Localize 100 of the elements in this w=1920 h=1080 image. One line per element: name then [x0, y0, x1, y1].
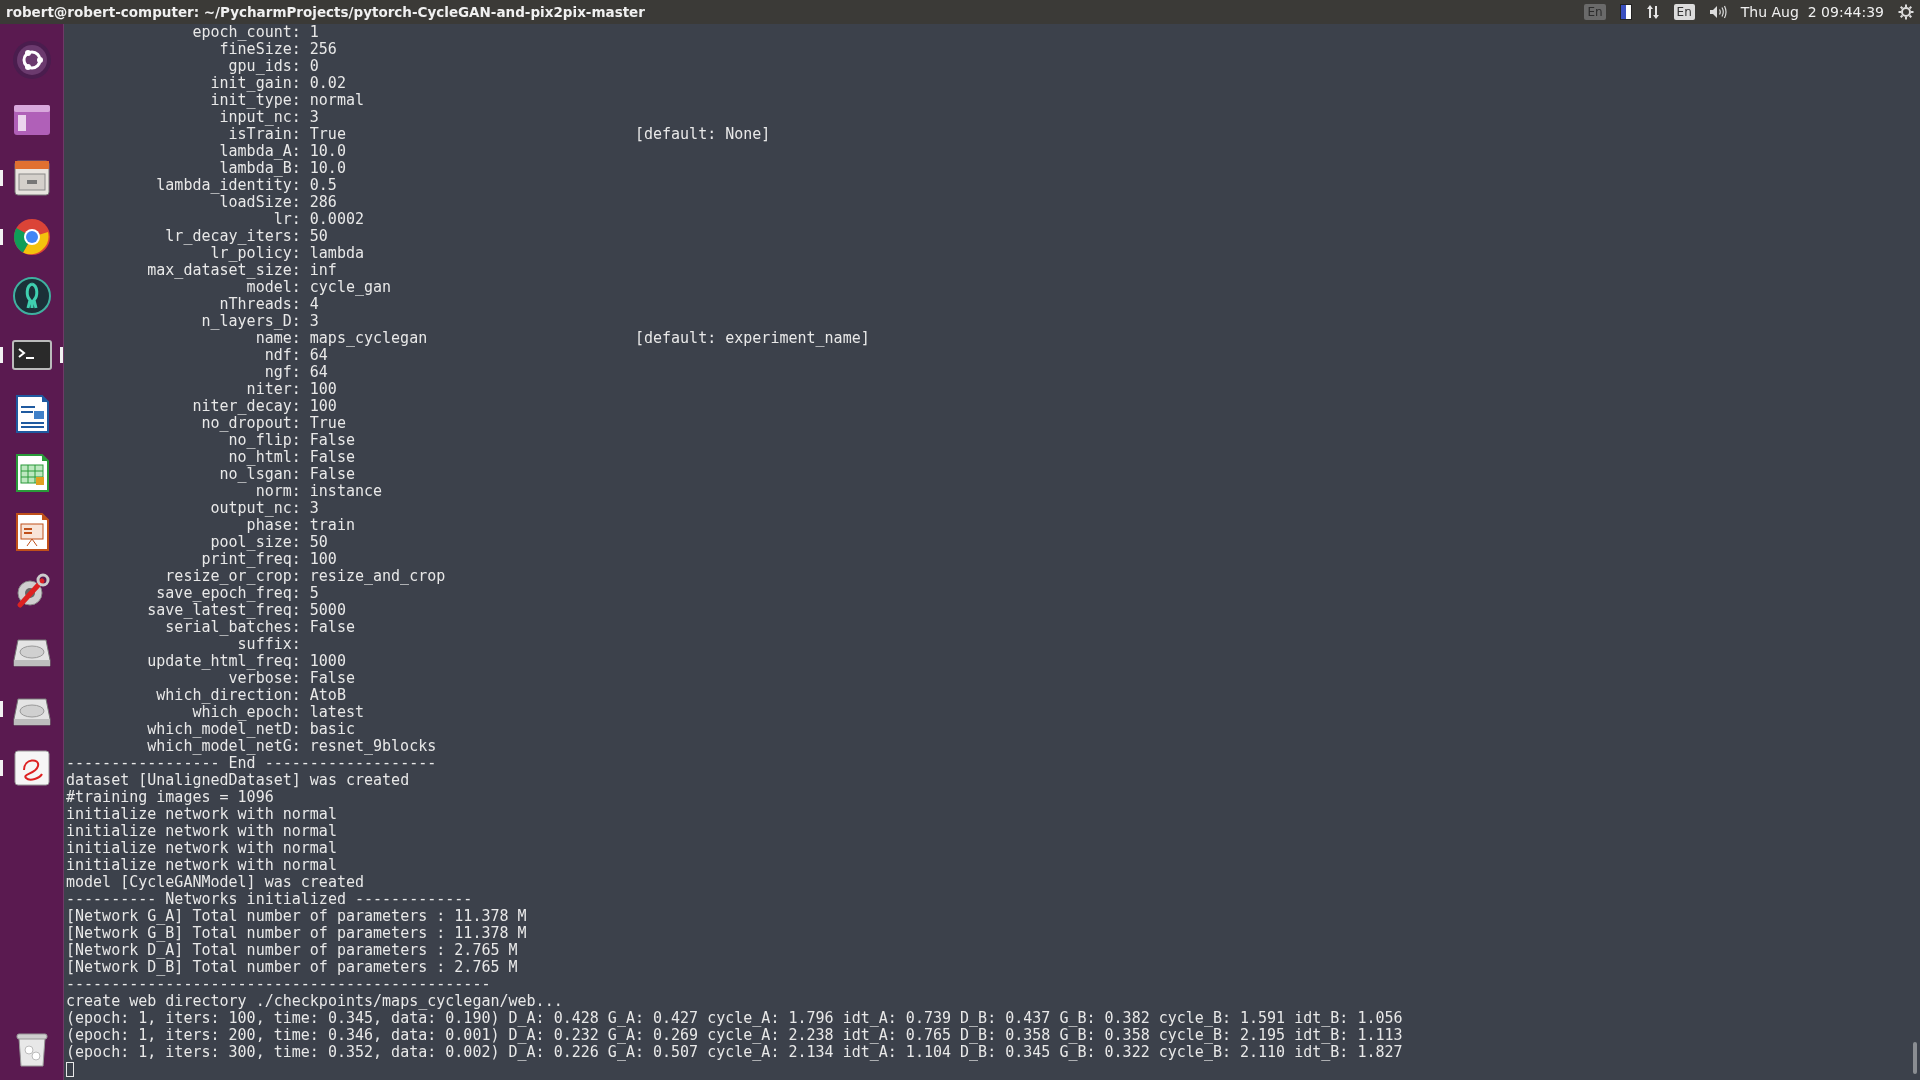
- option-value: 64: [308, 347, 328, 364]
- output-line: initialize network with normal: [66, 806, 337, 823]
- option-value: basic: [308, 721, 356, 738]
- default-note: [default: experiment_name]: [634, 330, 870, 347]
- option-name: ngf:: [263, 364, 301, 381]
- output-line: model [CycleGANModel] was created: [66, 874, 364, 891]
- option-name: output_nc:: [209, 500, 301, 517]
- output-line: [Network D_A] Total number of parameters : 2.765 M: [66, 942, 518, 959]
- option-value: 10.0: [308, 160, 347, 177]
- option-value: 0.0002: [308, 211, 365, 228]
- option-value: maps_cyclegan: [308, 330, 429, 347]
- option-value: inf: [308, 262, 338, 279]
- output-line: [Network G_B] Total number of parameters : 11.378 M: [66, 925, 527, 942]
- option-name: nThreads:: [218, 296, 301, 313]
- option-name: which_direction:: [155, 687, 301, 704]
- output-line: -----------------------------------------------: [66, 976, 491, 993]
- option-value: False: [308, 619, 356, 636]
- option-value: instance: [308, 483, 384, 500]
- option-name: gpu_ids:: [227, 58, 301, 75]
- option-name: pool_size:: [209, 534, 301, 551]
- browser-icon[interactable]: [11, 216, 52, 257]
- file-cabinet-icon[interactable]: [11, 157, 52, 198]
- option-name: lr:: [272, 211, 301, 228]
- output-line: ----------------- End -------------------: [66, 755, 437, 772]
- option-name: resize_or_crop:: [164, 568, 301, 585]
- volume-icon[interactable]: [1708, 5, 1727, 19]
- output-line: (epoch: 1, iters: 100, time: 0.345, data: 0.190) D_A: 0.428 G_A: 0.427 cycle_A: 1.796 idt_A: 0.739 D_B: 0.437 G_B: 0.382 cycle_B: 1.591 idt_B: 1.056: [66, 1010, 1403, 1027]
- option-name: epoch_count:: [191, 24, 301, 41]
- option-name: init_gain:: [209, 75, 301, 92]
- option-name: suffix:: [237, 636, 301, 653]
- option-value: 4: [308, 296, 319, 313]
- network-arrows-icon[interactable]: [1645, 4, 1660, 20]
- option-name: niter:: [245, 381, 301, 398]
- option-name: which_model_netG:: [146, 738, 301, 755]
- option-value: 256: [308, 41, 338, 58]
- option-name: lambda_B:: [218, 160, 301, 177]
- option-value: 100: [308, 398, 338, 415]
- output-line: initialize network with normal: [66, 857, 337, 874]
- clock-text[interactable]: Thu Aug 2 09:44:39: [1740, 4, 1884, 20]
- option-name: max_dataset_size:: [146, 262, 301, 279]
- output-line: (epoch: 1, iters: 300, time: 0.352, data: 0.002) D_A: 0.226 G_A: 0.507 cycle_A: 2.134 idt_A: 1.104 D_B: 0.345 G_B: 0.322 cycle_B: 2.110 idt_B: 1.827: [66, 1044, 1403, 1061]
- option-value: 10.0: [308, 143, 347, 160]
- scrollbar-thumb[interactable]: [1913, 1042, 1917, 1074]
- option-value: 5: [308, 585, 319, 602]
- option-name: fineSize:: [219, 41, 301, 58]
- option-value: False: [308, 449, 356, 466]
- option-value: resize_and_crop: [308, 568, 447, 585]
- battery-icon[interactable]: [1619, 4, 1632, 20]
- option-value: AtoB: [308, 687, 347, 704]
- option-value: 5000: [308, 602, 347, 619]
- option-value: 3: [308, 500, 320, 517]
- option-name: save_latest_freq:: [146, 602, 301, 619]
- option-value: False: [308, 670, 356, 687]
- option-name: print_freq:: [200, 551, 301, 568]
- option-name: update_html_freq:: [146, 653, 301, 670]
- option-value: lambda: [308, 245, 365, 262]
- option-name: no_html:: [227, 449, 301, 466]
- dash-icon[interactable]: [11, 39, 52, 80]
- option-name: serial_batches:: [165, 619, 301, 636]
- output-line: #training images = 1096: [66, 789, 274, 806]
- option-name: lr_policy:: [210, 245, 301, 262]
- option-name: n_layers_D:: [200, 313, 301, 330]
- option-value: 3: [308, 109, 320, 126]
- option-value: train: [308, 517, 356, 534]
- option-value: cycle_gan: [308, 279, 393, 296]
- output-line: (epoch: 1, iters: 200, time: 0.346, data: 0.001) D_A: 0.232 G_A: 0.269 cycle_A: 2.238 idt_A: 0.765 D_B: 0.358 G_B: 0.358 cycle_B: 2.195 idt_B: 1.113: [66, 1027, 1403, 1044]
- option-name: verbose:: [228, 670, 301, 687]
- option-value: 0: [308, 58, 320, 75]
- option-value: resnet_9blocks: [308, 738, 438, 755]
- option-value: 1000: [308, 653, 347, 670]
- option-value: latest: [308, 704, 365, 721]
- option-name: lambda_A:: [218, 143, 301, 160]
- keyboard-layout-indicator[interactable]: En: [1673, 4, 1695, 20]
- option-name: which_epoch:: [192, 704, 301, 721]
- option-value: 0.5: [308, 177, 338, 194]
- option-name: no_lsgan:: [218, 466, 301, 483]
- option-name: norm:: [255, 483, 301, 500]
- output-line: ---------- Networks initialized -------------: [66, 891, 473, 908]
- default-note: [default: None]: [634, 126, 772, 143]
- option-value: 50: [308, 534, 329, 551]
- option-name: lr_decay_iters:: [164, 228, 301, 245]
- option-value: 100: [308, 551, 338, 568]
- output-line: [Network D_B] Total number of parameters : 2.765 M: [66, 959, 518, 976]
- option-value: True: [308, 126, 347, 143]
- option-name: no_dropout:: [201, 415, 301, 432]
- output-line: [Network G_A] Total number of parameters : 11.378 M: [66, 908, 527, 925]
- option-value: 286: [308, 194, 338, 211]
- option-name: isTrain:: [228, 126, 301, 143]
- output-line: dataset [UnalignedDataset] was created: [66, 772, 410, 789]
- option-name: init_type:: [209, 92, 301, 109]
- option-value: False: [308, 432, 356, 449]
- option-value: 0.02: [308, 75, 347, 92]
- window-title: robert@robert-computer: ~/PycharmProjects/pytorch-CycleGAN-and-pix2pix-master: [6, 4, 645, 20]
- output-line: create web directory ./checkpoints/maps_cyclegan/web...: [66, 993, 563, 1010]
- option-value: 3: [308, 313, 320, 330]
- option-value: 1: [308, 24, 320, 41]
- option-name: which_model_netD:: [146, 721, 301, 738]
- option-name: input_nc:: [219, 109, 301, 126]
- settings-icon[interactable]: [1898, 4, 1914, 20]
- option-value: False: [308, 466, 356, 483]
